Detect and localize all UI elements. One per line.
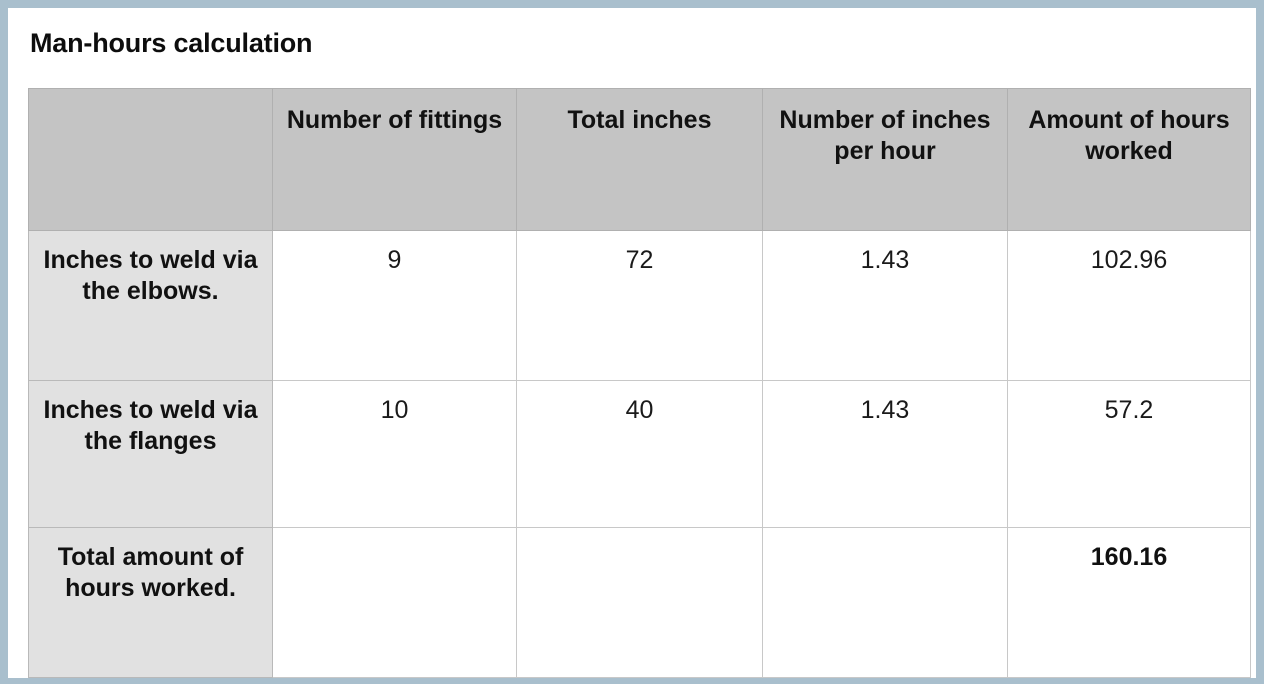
row-header-inches-to-weld-via-the-flanges: Inches to weld via the flanges: [28, 380, 273, 528]
page-frame: Man-hours calculation Number of fittings…: [0, 0, 1264, 684]
page-title: Man-hours calculation: [30, 28, 313, 58]
man-hours-table: Number of fittings Total inches Number o…: [28, 88, 1251, 678]
cell-total-number-of-fittings: [272, 527, 517, 678]
cell-flanges-number-of-fittings: 10: [272, 380, 517, 528]
page-sheet: Man-hours calculation Number of fittings…: [8, 8, 1256, 678]
cell-flanges-hours-worked: 57.2: [1007, 380, 1251, 528]
row-header-total-amount-of-hours-worked: Total amount of hours worked.: [28, 527, 273, 678]
column-header-amount-of-hours-worked: Amount of hours worked: [1007, 88, 1251, 231]
table-row: Total amount of hours worked. 160.16: [28, 527, 1251, 678]
row-header-inches-to-weld-via-the-elbows: Inches to weld via the elbows.: [28, 230, 273, 381]
table-row: Inches to weld via the elbows. 9 72 1.43…: [28, 230, 1251, 381]
column-header-number-of-inches-per-hour: Number of inches per hour: [762, 88, 1008, 231]
cell-flanges-inches-per-hour: 1.43: [762, 380, 1008, 528]
cell-elbows-inches-per-hour: 1.43: [762, 230, 1008, 381]
cell-flanges-total-inches: 40: [516, 380, 763, 528]
cell-elbows-number-of-fittings: 9: [272, 230, 517, 381]
table-header: Number of fittings Total inches Number o…: [28, 88, 1251, 231]
cell-elbows-hours-worked: 102.96: [1007, 230, 1251, 381]
table-body: Inches to weld via the elbows. 9 72 1.43…: [28, 230, 1251, 678]
cell-total-total-inches: [516, 527, 763, 678]
table-corner-cell: [28, 88, 273, 231]
cell-total-inches-per-hour: [762, 527, 1008, 678]
table-header-row: Number of fittings Total inches Number o…: [28, 88, 1251, 231]
man-hours-table-container: Number of fittings Total inches Number o…: [28, 88, 1251, 678]
cell-elbows-total-inches: 72: [516, 230, 763, 381]
column-header-total-inches: Total inches: [516, 88, 763, 231]
table-row: Inches to weld via the flanges 10 40 1.4…: [28, 380, 1251, 528]
column-header-number-of-fittings: Number of fittings: [272, 88, 517, 231]
cell-total-hours-worked: 160.16: [1007, 527, 1251, 678]
